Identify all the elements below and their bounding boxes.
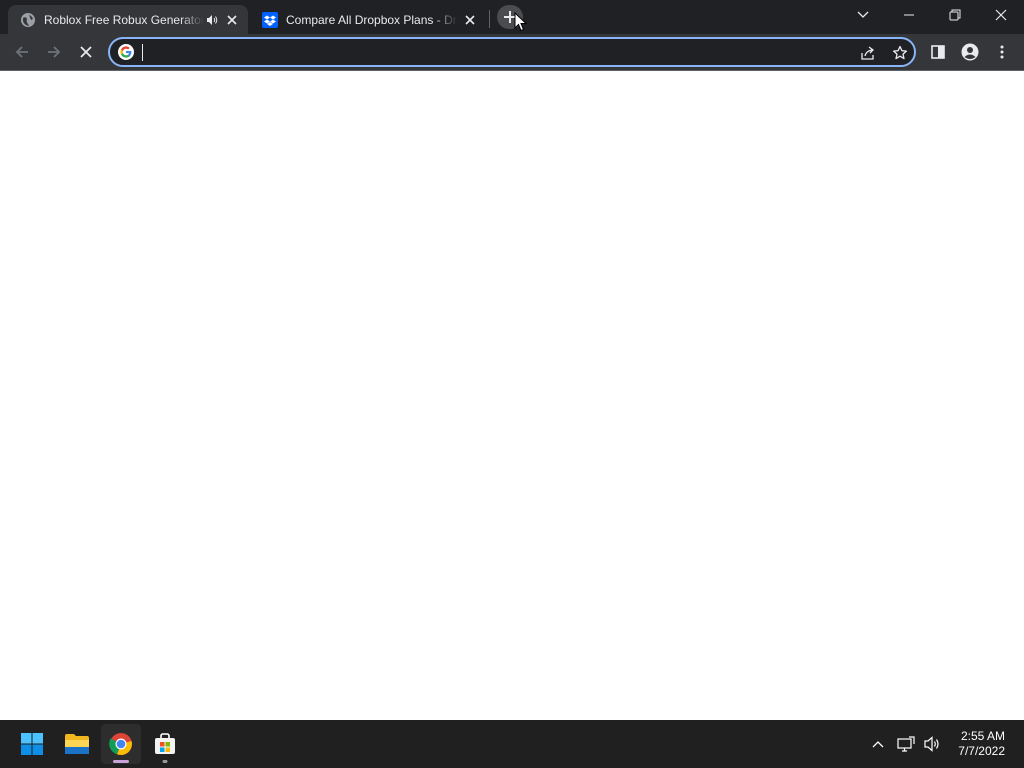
clock[interactable]: 2:55 AM 7/7/2022 [958, 729, 1005, 759]
clock-date: 7/7/2022 [958, 744, 1005, 758]
restore-icon [949, 9, 961, 21]
address-bar[interactable] [108, 37, 916, 67]
tab-strip: Roblox Free Robux Generator Compare All … [0, 0, 1024, 34]
tab-roblox[interactable]: Roblox Free Robux Generator [8, 5, 248, 34]
speaker-icon[interactable] [204, 12, 220, 28]
side-panel-button[interactable] [924, 38, 952, 66]
close-tab-icon[interactable] [462, 12, 478, 28]
bookmark-button[interactable] [890, 43, 910, 63]
start-button[interactable] [12, 724, 52, 764]
forward-button[interactable] [40, 38, 68, 66]
clock-time: 2:55 AM [960, 729, 1005, 743]
close-icon [995, 9, 1007, 21]
menu-button[interactable] [988, 38, 1016, 66]
network-icon [897, 736, 915, 752]
dropbox-icon [262, 11, 278, 28]
file-explorer-button[interactable] [57, 724, 97, 764]
running-indicator [162, 760, 168, 763]
globe-icon [20, 12, 36, 28]
arrow-right-icon [48, 46, 61, 58]
chevron-down-icon [857, 11, 869, 18]
restore-button[interactable] [932, 0, 978, 30]
chevron-up-icon [872, 741, 884, 748]
star-icon [892, 45, 908, 60]
mouse-cursor-icon [514, 12, 528, 32]
profile-button[interactable] [956, 38, 984, 66]
minimize-icon [904, 14, 914, 16]
tab-title: Roblox Free Robux Generator [44, 12, 204, 27]
back-button[interactable] [8, 38, 36, 66]
tab-title: Compare All Dropbox Plans - Dropbox [286, 12, 458, 27]
minimize-button[interactable] [886, 0, 932, 30]
page-content[interactable] [0, 71, 1024, 720]
share-button[interactable] [858, 43, 878, 63]
show-hidden-icons-button[interactable] [866, 732, 890, 756]
address-input[interactable] [142, 42, 842, 62]
chrome-taskbar-button[interactable] [101, 724, 141, 764]
windows-start-icon [21, 733, 43, 755]
side-panel-icon [931, 45, 945, 59]
store-button[interactable] [145, 724, 185, 764]
store-icon [155, 733, 175, 754]
text-caret [142, 44, 143, 61]
chrome-icon [109, 733, 132, 756]
kebab-menu-icon [1000, 45, 1004, 59]
taskbar: 2:55 AM 7/7/2022 [0, 720, 1024, 768]
stop-icon [80, 46, 92, 58]
active-indicator [113, 760, 129, 763]
google-icon [118, 44, 134, 60]
volume-icon [924, 736, 939, 752]
network-button[interactable] [894, 732, 918, 756]
close-tab-icon[interactable] [224, 12, 240, 28]
profile-icon [961, 43, 979, 61]
browser-toolbar [0, 34, 1024, 71]
folder-icon [65, 734, 89, 754]
close-window-button[interactable] [978, 0, 1024, 30]
arrow-left-icon [15, 46, 28, 58]
tab-dropbox[interactable]: Compare All Dropbox Plans - Dropbox [250, 5, 486, 34]
tab-search-button[interactable] [840, 0, 886, 30]
tab-separator [489, 10, 490, 28]
share-icon [861, 46, 874, 60]
stop-button[interactable] [72, 38, 100, 66]
volume-button[interactable] [920, 732, 944, 756]
